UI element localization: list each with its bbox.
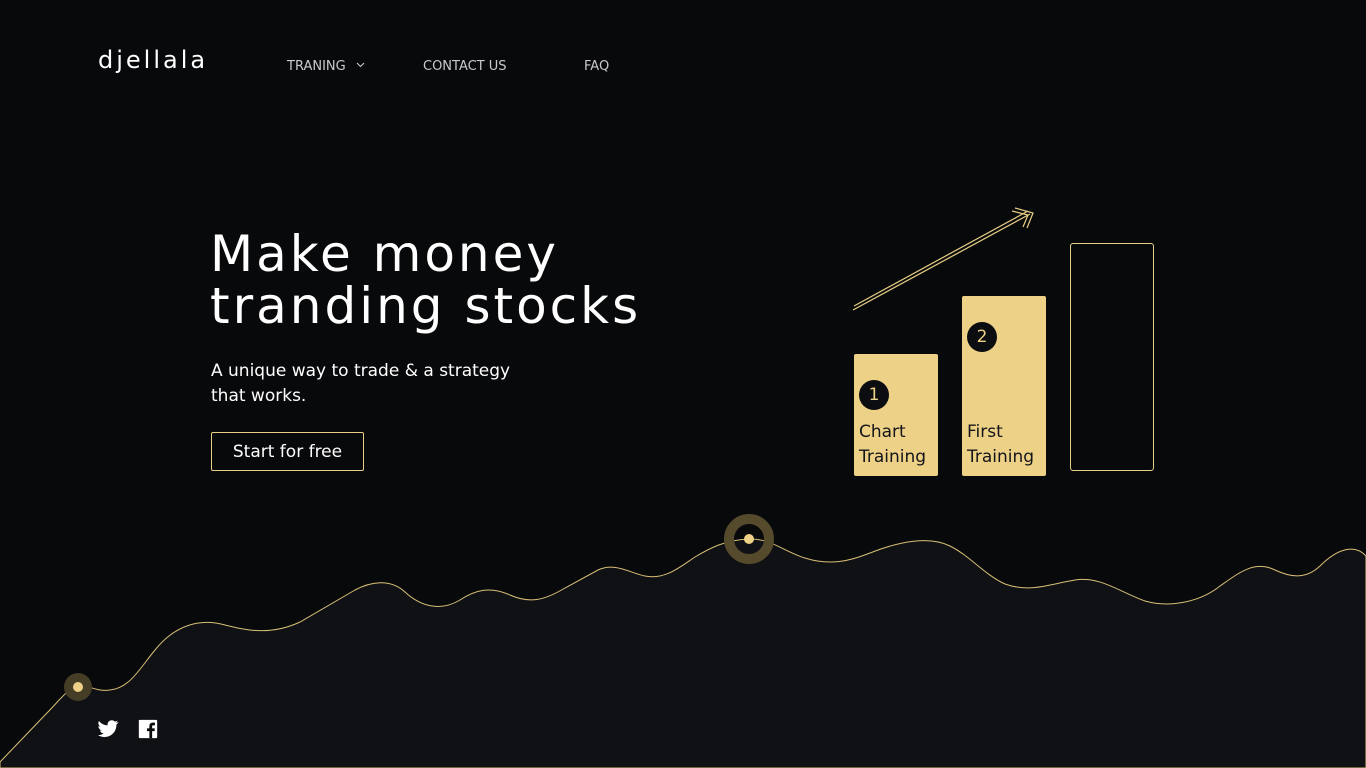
- step-card-chart-training[interactable]: 1 Chart Training: [854, 354, 938, 476]
- hero-subtitle: A unique way to trade & a strategy that …: [211, 359, 531, 409]
- nav-item-label: TRANING: [287, 59, 346, 74]
- step-number-badge: 2: [967, 322, 997, 352]
- start-for-free-button[interactable]: Start for free: [211, 432, 364, 471]
- step-card-first-training[interactable]: 2 First Training: [962, 296, 1046, 476]
- brand-logo[interactable]: djellala: [98, 46, 208, 74]
- hero-title-line: tranding stocks: [210, 277, 642, 335]
- hero-title-line: Make money: [210, 225, 559, 283]
- step-label-line: First: [967, 422, 1003, 442]
- step-number-badge: 1: [859, 380, 889, 410]
- step-label-line: Chart: [859, 422, 906, 442]
- nav-item-training[interactable]: TRANING: [287, 59, 365, 74]
- twitter-icon[interactable]: [97, 718, 119, 740]
- wave-area: [0, 538, 1366, 768]
- hero-subtitle-line: that works.: [211, 386, 307, 406]
- step-label-line: Training: [859, 447, 927, 467]
- landing-page: djellala TRANING CONTACT US FAQ Make mon…: [0, 0, 1366, 768]
- step-label: First Training: [967, 420, 1034, 470]
- marker-dot-icon: [744, 534, 754, 544]
- hero-title: Make money tranding stocks: [210, 228, 641, 332]
- hero-subtitle-line: A unique way to trade & a strategy: [211, 361, 511, 381]
- chevron-down-icon: [356, 62, 365, 68]
- step-label: Chart Training: [859, 420, 926, 470]
- nav-item-contact[interactable]: CONTACT US: [423, 59, 507, 74]
- market-wave-graphic: [0, 514, 1366, 768]
- marker-dot-icon: [73, 682, 83, 692]
- nav-item-faq[interactable]: FAQ: [584, 59, 609, 74]
- facebook-icon[interactable]: [137, 718, 159, 740]
- step-label-line: Training: [967, 447, 1035, 467]
- step-card-empty: [1070, 243, 1154, 471]
